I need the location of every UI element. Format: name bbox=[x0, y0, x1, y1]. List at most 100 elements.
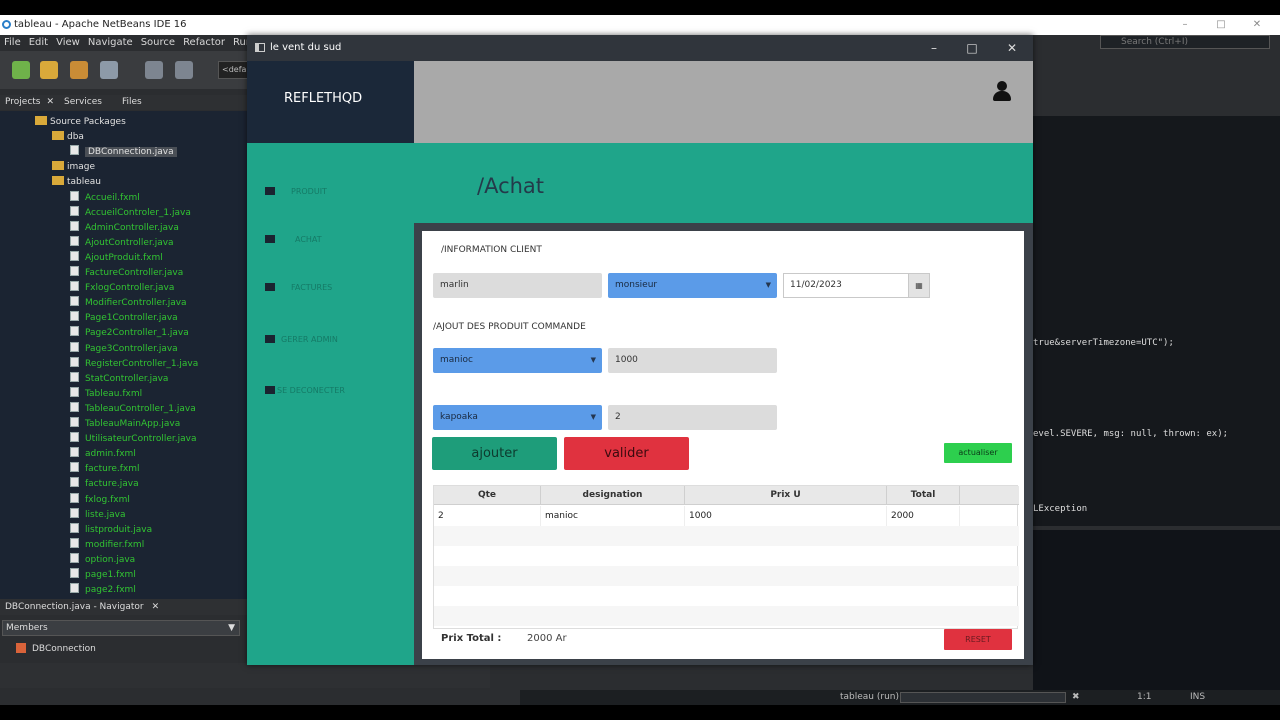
gear-icon bbox=[265, 335, 275, 343]
new-project-icon[interactable] bbox=[40, 61, 58, 79]
column-header-total[interactable]: Total bbox=[887, 486, 960, 505]
navigator-title: DBConnection.java - Navigator bbox=[5, 602, 144, 612]
tree-item[interactable]: listproduit.java bbox=[70, 522, 152, 538]
tree-item[interactable]: modifier.fxml bbox=[70, 537, 145, 553]
tree-item[interactable]: FxlogController.java bbox=[70, 281, 174, 296]
tree-item-label: fxlog.fxml bbox=[85, 494, 130, 505]
product-select-1[interactable]: manioc ▼ bbox=[433, 348, 602, 373]
tree-item[interactable]: DBConnection.java bbox=[70, 145, 177, 160]
navigator-item[interactable]: DBConnection bbox=[4, 643, 96, 654]
calendar-icon[interactable]: ▦ bbox=[908, 274, 929, 297]
tree-item[interactable]: facture.fxml bbox=[70, 462, 140, 477]
members-select[interactable]: Members ▼ bbox=[2, 620, 240, 636]
tree-item[interactable]: admin.fxml bbox=[70, 447, 136, 462]
column-header-prix-u[interactable]: Prix U bbox=[685, 486, 887, 505]
tree-item-label: facture.java bbox=[85, 479, 139, 490]
tree-item[interactable]: FactureController.java bbox=[70, 266, 183, 281]
tree-item[interactable]: AjoutController.java bbox=[70, 235, 174, 251]
tree-item[interactable]: fxlog.fxml bbox=[70, 492, 130, 508]
product-select-2[interactable]: kapoaka ▼ bbox=[433, 405, 602, 430]
validate-button[interactable]: valider bbox=[564, 437, 689, 470]
sidebar-item-gerer-admin[interactable]: GERER ADMIN bbox=[265, 333, 338, 347]
date-picker[interactable]: 11/02/2023 ▦ bbox=[783, 273, 930, 298]
tree-item[interactable]: TableauMainApp.java bbox=[70, 417, 180, 432]
tree-item[interactable]: RegisterController_1.java bbox=[70, 356, 198, 372]
tree-item[interactable]: TableauController_1.java bbox=[70, 401, 196, 417]
ide-maximize-icon[interactable]: □ bbox=[1206, 15, 1236, 35]
sidebar-item-produit[interactable]: PRODUIT bbox=[265, 185, 327, 199]
tree-item[interactable]: UtilisateurController.java bbox=[70, 432, 196, 447]
tab-files[interactable]: Files bbox=[122, 97, 142, 107]
tree-item[interactable]: StatController.java bbox=[70, 371, 169, 387]
redo-icon[interactable] bbox=[175, 61, 193, 79]
tree-item[interactable]: page2.fxml bbox=[70, 583, 136, 598]
tab-projects[interactable]: Projects bbox=[5, 97, 40, 107]
client-section-label: /INFORMATION CLIENT bbox=[441, 245, 542, 255]
tree-item[interactable]: facture.java bbox=[70, 477, 139, 492]
tree-item[interactable]: Source Packages bbox=[35, 115, 126, 130]
sidebar-item-achat[interactable]: ACHAT bbox=[265, 233, 322, 247]
quantity-input-1[interactable]: 1000 bbox=[608, 348, 777, 373]
sidebar-item-label: ACHAT bbox=[295, 235, 322, 244]
tree-item[interactable]: Page3Controller.java bbox=[70, 341, 178, 357]
tree-item[interactable]: option.java bbox=[70, 552, 135, 568]
undo-icon[interactable] bbox=[145, 61, 163, 79]
civility-select[interactable]: monsieur ▼ bbox=[608, 273, 777, 298]
tree-item[interactable]: Page1Controller.java bbox=[70, 311, 178, 326]
sidebar-item-factures[interactable]: FACTURES bbox=[265, 281, 332, 295]
tree-item[interactable]: liste.java bbox=[70, 507, 125, 523]
tree-item-label: StatController.java bbox=[85, 373, 169, 384]
tree-item[interactable]: dba bbox=[52, 130, 84, 145]
user-icon[interactable] bbox=[993, 81, 1011, 101]
new-file-icon[interactable] bbox=[12, 61, 30, 79]
ide-minimize-icon[interactable]: – bbox=[1170, 15, 1200, 35]
ide-close-icon[interactable]: ✕ bbox=[1242, 15, 1272, 35]
tree-item-label: modifier.fxml bbox=[85, 539, 145, 550]
tree-item[interactable]: ModifierController.java bbox=[70, 296, 187, 311]
client-name-input[interactable]: marlin bbox=[433, 273, 602, 298]
empty-row bbox=[434, 606, 1019, 626]
menu-navigate[interactable]: Navigate bbox=[88, 37, 133, 48]
tree-item-label: admin.fxml bbox=[85, 449, 136, 460]
file-icon bbox=[70, 492, 79, 503]
configuration-combo[interactable]: <defa bbox=[218, 61, 250, 79]
menu-edit[interactable]: Edit bbox=[29, 37, 48, 48]
tree-item[interactable]: image bbox=[52, 160, 95, 175]
tree-item-label: TableauController_1.java bbox=[85, 403, 196, 414]
chevron-down-icon: ▼ bbox=[228, 623, 235, 633]
reset-button[interactable]: RESET bbox=[944, 629, 1012, 650]
tree-item[interactable]: page1.fxml bbox=[70, 568, 136, 583]
menu-view[interactable]: View bbox=[56, 37, 80, 48]
tree-item[interactable]: Accueil.fxml bbox=[70, 190, 140, 206]
open-project-icon[interactable] bbox=[70, 61, 88, 79]
code-editor[interactable]: true&serverTimezone=UTC"); evel.SEVERE, … bbox=[1033, 116, 1280, 526]
close-tab-icon[interactable]: ✕ bbox=[46, 97, 54, 107]
close-navigator-icon[interactable]: ✕ bbox=[152, 602, 160, 612]
refresh-button[interactable]: actualiser bbox=[944, 443, 1012, 463]
column-header-qte[interactable]: Qte bbox=[434, 486, 541, 505]
close-icon[interactable]: ✕ bbox=[993, 35, 1031, 61]
maximize-icon[interactable]: □ bbox=[953, 35, 991, 61]
tree-item[interactable]: Page2Controller_1.java bbox=[70, 326, 189, 341]
menu-refactor[interactable]: Refactor bbox=[183, 37, 225, 48]
tab-services[interactable]: Services bbox=[64, 97, 102, 107]
quantity-input-2[interactable]: 2 bbox=[608, 405, 777, 430]
minimize-icon[interactable]: – bbox=[915, 35, 953, 61]
tree-item[interactable]: AccueilControler_1.java bbox=[70, 205, 191, 221]
tree-item[interactable]: AdminController.java bbox=[70, 220, 179, 236]
stop-run-icon[interactable]: ✖ bbox=[1072, 690, 1080, 705]
tree-item-label: Tableau.fxml bbox=[85, 388, 143, 399]
tree-item[interactable]: tableau bbox=[52, 175, 101, 190]
file-icon bbox=[70, 250, 79, 261]
table-row[interactable]: 2 manioc 1000 2000 bbox=[434, 506, 1019, 526]
ide-search-input[interactable]: Search (Ctrl+I) bbox=[1100, 35, 1270, 49]
menu-source[interactable]: Source bbox=[141, 37, 175, 48]
add-button[interactable]: ajouter bbox=[432, 437, 557, 470]
column-header-designation[interactable]: designation bbox=[541, 486, 685, 505]
sidebar-item-se-deconnecter[interactable]: SE DECONECTER bbox=[265, 384, 345, 398]
tree-item[interactable]: AjoutProduit.fxml bbox=[70, 250, 163, 266]
status-bar: tableau (run) ✖ 1:1 INS bbox=[520, 690, 1280, 705]
save-all-icon[interactable] bbox=[100, 61, 118, 79]
tree-item[interactable]: Tableau.fxml bbox=[70, 386, 143, 402]
menu-file[interactable]: File bbox=[4, 37, 21, 48]
